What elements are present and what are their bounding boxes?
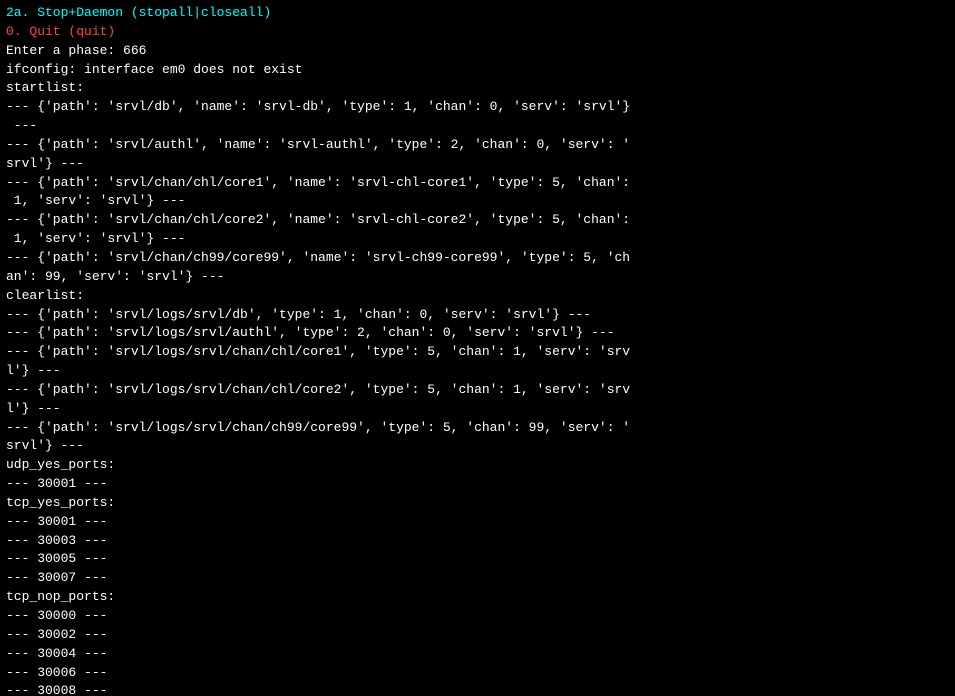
terminal-line: --- 30007 --- (6, 569, 949, 588)
terminal-line: 2a. Stop+Daemon (stopall|closeall) (6, 4, 949, 23)
terminal-line: an': 99, 'serv': 'srvl'} --- (6, 268, 949, 287)
terminal-line: --- 30000 --- (6, 607, 949, 626)
terminal-line: --- {'path': 'srvl/chan/ch99/core99', 'n… (6, 249, 949, 268)
terminal-line: srvl'} --- (6, 437, 949, 456)
terminal-line: Enter a phase: 666 (6, 42, 949, 61)
terminal-line: --- 30005 --- (6, 550, 949, 569)
terminal-line: --- {'path': 'srvl/logs/srvl/chan/ch99/c… (6, 419, 949, 438)
terminal-line: --- 30006 --- (6, 664, 949, 683)
terminal-line: --- 30001 --- (6, 513, 949, 532)
terminal-line: --- {'path': 'srvl/logs/srvl/chan/chl/co… (6, 381, 949, 400)
terminal-line: --- 30003 --- (6, 532, 949, 551)
terminal-line: --- 30001 --- (6, 475, 949, 494)
terminal-line: tcp_yes_ports: (6, 494, 949, 513)
terminal-line: 0. Quit (quit) (6, 23, 949, 42)
terminal-line: udp_yes_ports: (6, 456, 949, 475)
terminal-line: --- {'path': 'srvl/chan/chl/core2', 'nam… (6, 211, 949, 230)
terminal-line: startlist: (6, 79, 949, 98)
terminal-line: --- {'path': 'srvl/logs/srvl/authl', 'ty… (6, 324, 949, 343)
terminal-line: l'} --- (6, 400, 949, 419)
terminal-window: 2a. Stop+Daemon (stopall|closeall)0. Qui… (0, 0, 955, 696)
terminal-line: tcp_nop_ports: (6, 588, 949, 607)
terminal-line: --- 30004 --- (6, 645, 949, 664)
terminal-line: --- 30008 --- (6, 682, 949, 696)
terminal-line: srvl'} --- (6, 155, 949, 174)
terminal-line: --- {'path': 'srvl/logs/srvl/db', 'type'… (6, 306, 949, 325)
terminal-line: --- {'path': 'srvl/db', 'name': 'srvl-db… (6, 98, 949, 117)
terminal-line: --- {'path': 'srvl/chan/chl/core1', 'nam… (6, 174, 949, 193)
terminal-line: --- (6, 117, 949, 136)
terminal-line: --- {'path': 'srvl/authl', 'name': 'srvl… (6, 136, 949, 155)
terminal-line: ifconfig: interface em0 does not exist (6, 61, 949, 80)
terminal-line: l'} --- (6, 362, 949, 381)
terminal-line: --- 30002 --- (6, 626, 949, 645)
terminal-line: --- {'path': 'srvl/logs/srvl/chan/chl/co… (6, 343, 949, 362)
terminal-line: clearlist: (6, 287, 949, 306)
terminal-line: 1, 'serv': 'srvl'} --- (6, 192, 949, 211)
terminal-line: 1, 'serv': 'srvl'} --- (6, 230, 949, 249)
